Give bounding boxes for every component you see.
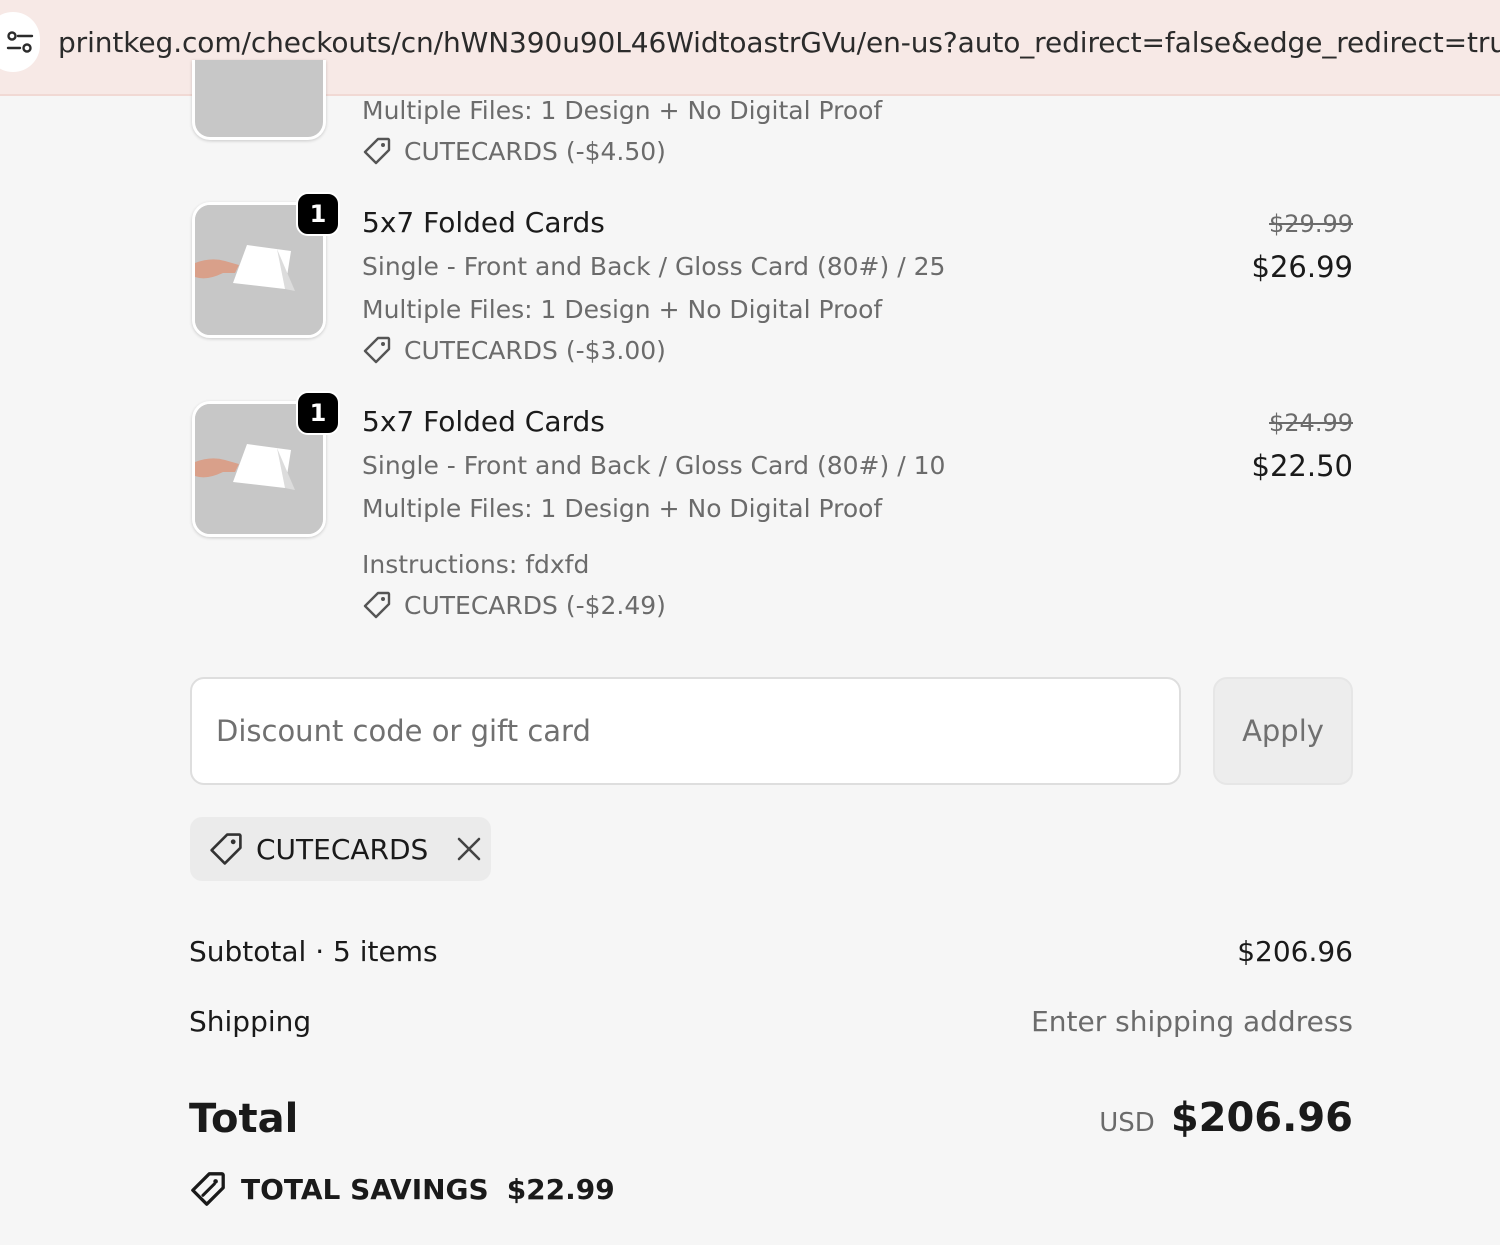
savings-label: TOTAL SAVINGS bbox=[241, 1172, 489, 1206]
subtotal-value: $206.96 bbox=[1237, 935, 1353, 968]
item-title: 5x7 Folded Cards bbox=[362, 206, 605, 239]
discount-code-input[interactable] bbox=[190, 677, 1181, 785]
tag-icon bbox=[191, 1172, 225, 1206]
item-title: 5x7 Folded Cards bbox=[362, 405, 605, 438]
shipping-label: Shipping bbox=[189, 1005, 312, 1038]
total-savings: TOTAL SAVINGS $22.99 bbox=[189, 1170, 615, 1208]
item-original-price: $24.99 bbox=[1269, 409, 1353, 437]
item-discount-label: CUTECARDS (-$2.49) bbox=[404, 590, 666, 620]
savings-value: $22.99 bbox=[506, 1172, 615, 1206]
subtotal-label: Subtotal · 5 items bbox=[189, 935, 438, 968]
item-price: $26.99 bbox=[1251, 250, 1353, 284]
tag-icon bbox=[363, 137, 391, 165]
item-variant: Single - Front and Back / Gloss Card (80… bbox=[362, 252, 946, 281]
item-options: Multiple Files: 1 Design + No Digital Pr… bbox=[362, 494, 883, 523]
item-discount: CUTECARDS (-$2.49) bbox=[362, 590, 666, 620]
item-options: Multiple Files: 1 Design + No Digital Pr… bbox=[362, 295, 883, 324]
url-text[interactable]: printkeg.com/checkouts/cn/hWN390u90L46Wi… bbox=[58, 26, 1500, 59]
item-variant: Single - Front and Back / Gloss Card (80… bbox=[362, 451, 946, 480]
item-instructions: Instructions: fdxfd bbox=[362, 550, 590, 579]
total-value-group: USD $206.96 bbox=[1099, 1095, 1353, 1141]
tag-icon bbox=[363, 591, 391, 619]
quantity-badge: 1 bbox=[296, 192, 340, 236]
total-amount: $206.96 bbox=[1170, 1095, 1353, 1141]
item-discount-label: CUTECARDS (-$3.00) bbox=[404, 335, 666, 365]
item-discount-label: CUTECARDS (-$4.50) bbox=[404, 136, 666, 166]
item-original-price: $29.99 bbox=[1269, 210, 1353, 238]
item-options: Multiple Files: 1 Design + No Digital Pr… bbox=[362, 96, 883, 125]
tag-icon bbox=[210, 833, 242, 865]
item-discount: CUTECARDS (-$4.50) bbox=[362, 136, 666, 166]
item-discount: CUTECARDS (-$3.00) bbox=[362, 335, 666, 365]
quantity-badge: 1 bbox=[296, 391, 340, 435]
product-thumbnail bbox=[192, 60, 326, 140]
item-price: $22.50 bbox=[1251, 449, 1353, 483]
close-icon bbox=[458, 837, 481, 861]
shipping-value: Enter shipping address bbox=[1031, 1005, 1353, 1038]
applied-discount-chip: CUTECARDS bbox=[190, 817, 491, 881]
site-settings-icon bbox=[6, 31, 34, 53]
applied-discount-code: CUTECARDS bbox=[256, 832, 429, 866]
apply-button[interactable]: Apply bbox=[1213, 677, 1353, 785]
tag-icon bbox=[363, 336, 391, 364]
currency-code: USD bbox=[1099, 1108, 1155, 1138]
site-settings-button[interactable] bbox=[0, 12, 40, 72]
remove-discount-button[interactable] bbox=[456, 836, 482, 862]
total-label: Total bbox=[189, 1096, 299, 1142]
